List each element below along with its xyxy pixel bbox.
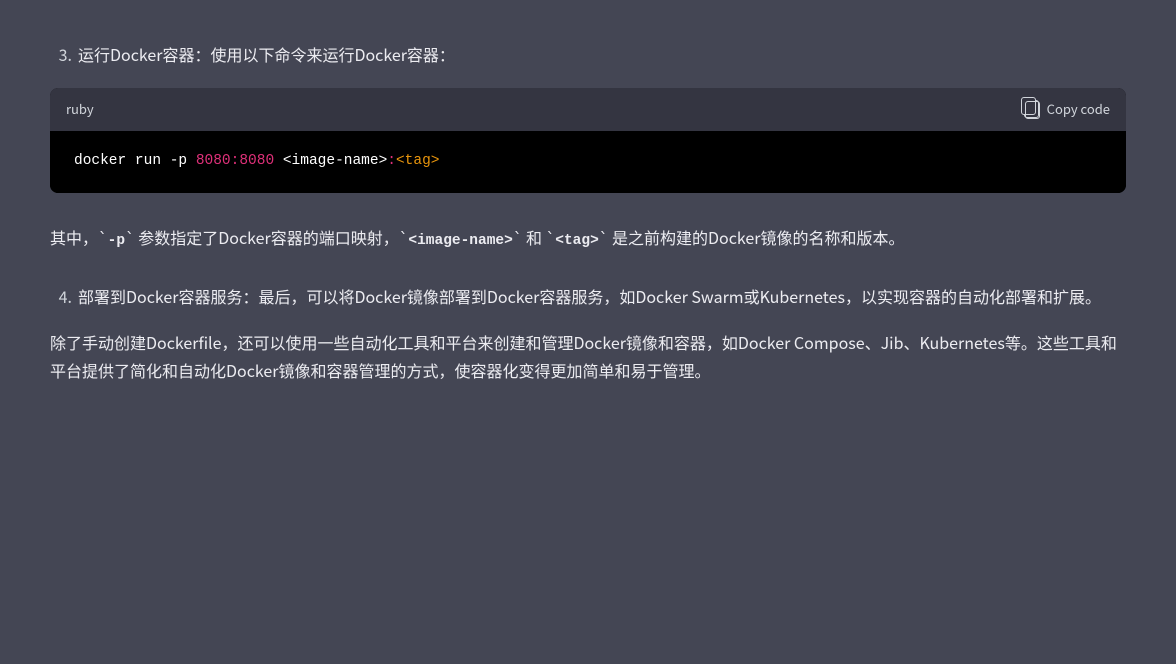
clipboard-icon	[1024, 100, 1039, 118]
inline-code-image-name: <image-name>	[408, 233, 512, 249]
paragraph-explain-flags: 其中，`-p` 参数指定了Docker容器的端口映射，`<image-name>…	[50, 223, 1126, 254]
list-item-number: 4.	[50, 282, 78, 310]
code-language-label: ruby	[66, 98, 94, 121]
copy-code-button[interactable]: Copy code	[1024, 98, 1110, 121]
list-item-text: 运行Docker容器：使用以下命令来运行Docker容器：	[78, 40, 1126, 68]
inline-code-p: -p	[108, 233, 125, 249]
list-item-3: 3. 运行Docker容器：使用以下命令来运行Docker容器：	[50, 40, 1126, 68]
code-token-number: 8080	[196, 153, 231, 169]
code-block-header: ruby Copy code	[50, 88, 1126, 131]
list-item-text: 部署到Docker容器服务：最后，可以将Docker镜像部署到Docker容器服…	[78, 282, 1126, 310]
ordered-list: 3. 运行Docker容器：使用以下命令来运行Docker容器：	[50, 40, 1126, 68]
list-item-4: 4. 部署到Docker容器服务：最后，可以将Docker镜像部署到Docker…	[50, 282, 1126, 310]
ordered-list-cont: 4. 部署到Docker容器服务：最后，可以将Docker镜像部署到Docker…	[50, 282, 1126, 310]
copy-code-label: Copy code	[1047, 98, 1110, 121]
list-item-number: 3.	[50, 40, 78, 68]
code-block: ruby Copy code docker run -p 8080:8080 <…	[50, 88, 1126, 193]
code-token-tag: <tag>	[396, 153, 440, 169]
code-token-number: 8080	[239, 153, 274, 169]
code-content[interactable]: docker run -p 8080:8080 <image-name>:<ta…	[50, 131, 1126, 193]
paragraph-conclusion: 除了手动创建Dockerfile，还可以使用一些自动化工具和平台来创建和管理Do…	[50, 328, 1126, 384]
inline-code-tag: <tag>	[555, 233, 599, 249]
